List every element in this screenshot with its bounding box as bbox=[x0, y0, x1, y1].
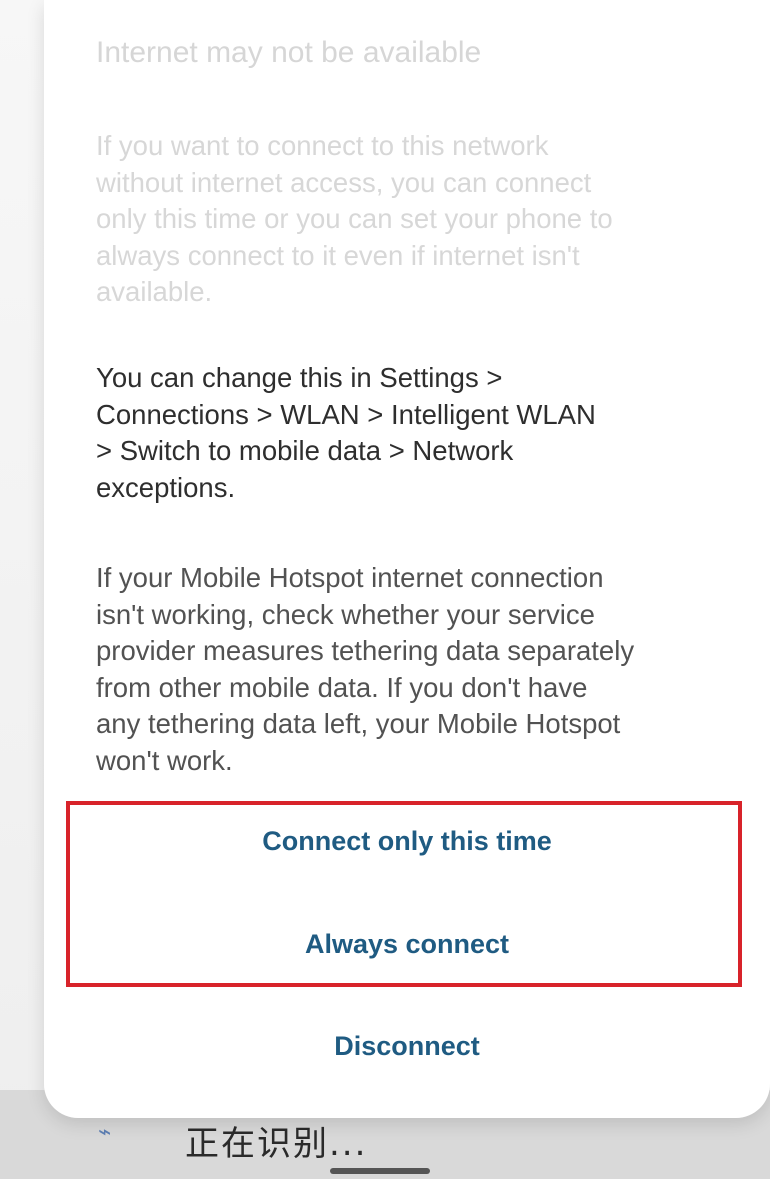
background-list-item-label: 正在识别... bbox=[185, 1124, 368, 1164]
dialog-message-connect-info: If you want to connect to this network w… bbox=[96, 130, 613, 308]
dialog-message-hotspot-info: If your Mobile Hotspot internet connecti… bbox=[96, 562, 635, 776]
disconnect-button[interactable]: Disconnect bbox=[44, 1031, 770, 1062]
dialog-message-settings-path: You can change this in Settings > Connec… bbox=[96, 362, 596, 503]
highlight-annotation-box bbox=[66, 801, 742, 987]
screen: ⌁ 正在识别... Internet may not be available … bbox=[0, 0, 770, 1179]
dialog-title: Internet may not be available bbox=[96, 36, 482, 69]
phone-link-icon: ⌁ bbox=[98, 1120, 112, 1145]
home-indicator bbox=[330, 1168, 430, 1174]
